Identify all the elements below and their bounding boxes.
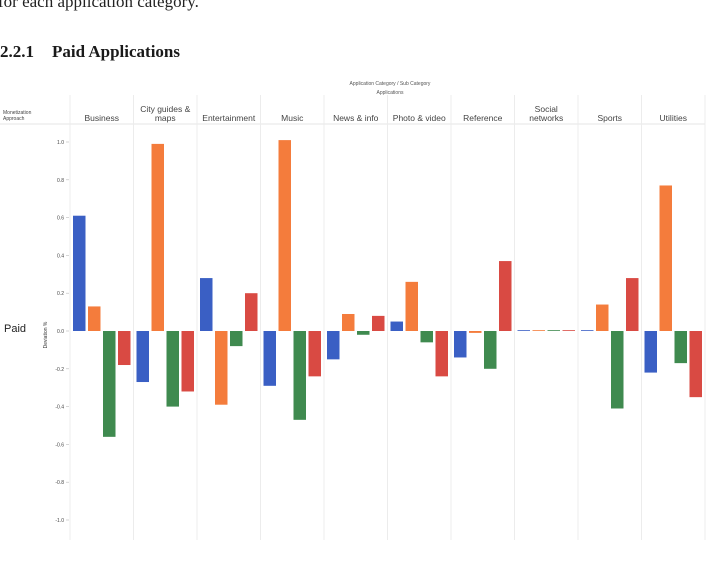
bar — [327, 331, 340, 360]
bar — [454, 331, 467, 358]
category-label: Utilities — [660, 113, 687, 123]
bar — [547, 330, 560, 331]
bar — [390, 321, 403, 331]
bar — [215, 331, 228, 405]
y-tick-label: -0.8 — [55, 480, 64, 486]
bar — [230, 331, 243, 347]
y-tick-label: 0.4 — [57, 253, 64, 259]
y-tick-label: 0.2 — [57, 291, 64, 297]
bar — [278, 140, 291, 331]
bar — [689, 331, 702, 398]
bar — [88, 306, 101, 331]
bar — [308, 331, 321, 377]
bar — [293, 331, 306, 420]
y-tick-label: -1.0 — [55, 518, 64, 524]
bar — [342, 313, 355, 331]
bar — [200, 278, 213, 331]
bar — [611, 331, 624, 409]
category-label: Sports — [597, 113, 622, 123]
category-label: News & info — [333, 113, 379, 123]
bar — [405, 281, 418, 331]
category-label: Reference — [463, 113, 502, 123]
bar — [181, 331, 194, 392]
bar — [644, 331, 657, 373]
bar — [372, 315, 385, 331]
bar — [484, 331, 497, 369]
bar — [73, 215, 86, 331]
category-label: Photo & video — [393, 113, 446, 123]
category-label: Music — [281, 113, 304, 123]
y-tick-label: -0.6 — [55, 442, 64, 448]
y-tick-label: 0.0 — [57, 329, 64, 335]
bar — [659, 185, 672, 331]
category-label: maps — [155, 113, 176, 123]
bar — [674, 331, 687, 364]
bar — [151, 143, 164, 331]
bar-chart: 1.0 0.8 0.6 0.4 0.2 0.0 -0.2 -0.4 -0.6 -0.8 -1.0 De… — [0, 95, 706, 540]
bar — [166, 331, 179, 407]
bar — [103, 331, 116, 437]
bar — [118, 331, 131, 366]
bar — [469, 331, 482, 333]
bar — [581, 330, 594, 331]
bar — [435, 331, 448, 377]
bar — [136, 331, 149, 383]
bar — [532, 330, 545, 331]
y-tick-label: 0.6 — [57, 216, 64, 222]
y-tick-label: -0.2 — [55, 367, 64, 373]
bar — [357, 331, 370, 335]
bar — [596, 304, 609, 331]
category-label: Entertainment — [202, 113, 256, 123]
bar — [420, 331, 433, 343]
y-axis-label: Deviation % — [43, 321, 49, 348]
bar — [562, 330, 575, 331]
bar — [263, 331, 276, 386]
bar — [517, 330, 530, 331]
category-label: networks — [529, 113, 563, 123]
category-label: Business — [85, 113, 120, 123]
y-tick-label: 1.0 — [57, 140, 64, 146]
bar — [626, 278, 639, 331]
bar — [245, 293, 258, 331]
y-tick-label: -0.4 — [55, 405, 64, 411]
y-tick-label: 0.8 — [57, 178, 64, 184]
bar — [499, 261, 512, 331]
